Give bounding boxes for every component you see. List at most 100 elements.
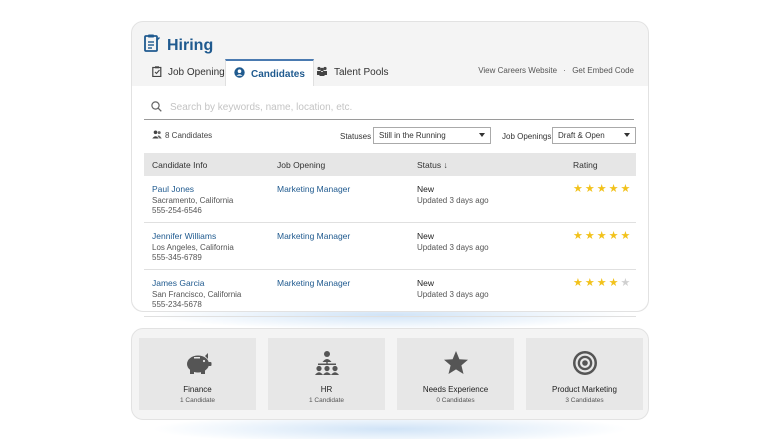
job-opening-cell: Marketing Manager [277, 184, 350, 194]
talent-pool-name: HR [320, 385, 333, 394]
rating-star-icon: ★ [573, 277, 583, 289]
tab-job-openings[interactable]: Job Openings [144, 59, 238, 86]
status-updated: Updated 3 days ago [417, 243, 489, 252]
talent-pool-card[interactable]: Needs Experience 0 Candidates [397, 338, 514, 410]
tab-label: Job Openings [168, 67, 230, 78]
talent-pools-card: Finance 1 Candidate HR 1 Candidate Needs Exp… [131, 328, 649, 420]
job-opening-cell: Marketing Manager [277, 278, 350, 288]
candidate-phone: 555-345-6789 [152, 253, 202, 262]
rating-star-icon: ★ [608, 230, 619, 242]
status-cell: New Updated 3 days ago [417, 184, 489, 206]
search-bar [144, 96, 634, 120]
clipboard-icon [152, 65, 162, 80]
rating-stars[interactable]: ★ ★ ★ ★ ★ [573, 184, 630, 195]
candidate-location: Sacramento, California [152, 196, 234, 205]
job-opening-link[interactable]: Marketing Manager [277, 231, 350, 241]
search-icon [151, 99, 162, 117]
candidate-info: James Garcia San Francisco, California 555… [152, 278, 241, 310]
talent-pool-count: 1 Candidate [308, 397, 345, 404]
status-value: New [417, 184, 435, 194]
status-cell: New Updated 3 days ago [417, 278, 489, 300]
rating-stars[interactable]: ★ ★ ★ ★ ★ [573, 278, 630, 289]
get-embed-code-link[interactable]: Get Embed Code [572, 66, 634, 75]
hiring-card: Hiring Job Openings Candidates Talent Po… [131, 21, 649, 317]
table-header: Candidate Info Job Opening Status ↓ Rati… [144, 153, 636, 176]
link-separator: · [563, 66, 566, 75]
group-icon [316, 66, 328, 79]
candidate-location: Los Angeles, California [152, 243, 234, 252]
page-title: Hiring [167, 36, 214, 54]
rating-stars[interactable]: ★ ★ ★ ★ ★ [573, 231, 630, 242]
talent-pool-count: 3 Candidates [565, 397, 604, 404]
statuses-label: Statuses [340, 132, 372, 141]
tab-candidates[interactable]: Candidates [225, 59, 314, 87]
search-input[interactable] [170, 102, 610, 113]
candidate-phone: 555-254-6546 [152, 206, 202, 215]
talent-pool-card[interactable]: HR 1 Candidate [268, 338, 385, 410]
column-rating[interactable]: Rating [573, 160, 598, 170]
star-icon [443, 349, 469, 376]
candidates-panel: 8 Candidates Statuses Still in the Runni… [132, 86, 648, 317]
rating-star-icon: ★ [584, 183, 595, 195]
rating-star-icon: ★ [620, 277, 631, 289]
rating-star-icon: ★ [584, 277, 595, 289]
job-openings-select[interactable]: Draft & Open [552, 127, 636, 144]
tab-bar: Job Openings Candidates Talent Pools Vie… [144, 59, 636, 87]
chevron-down-icon [479, 133, 485, 137]
column-job-opening[interactable]: Job Opening [277, 160, 325, 170]
tab-talent-pools[interactable]: Talent Pools [308, 59, 396, 86]
tab-label: Talent Pools [334, 67, 389, 78]
status-updated: Updated 3 days ago [417, 290, 489, 299]
statuses-value: Still in the Running [379, 131, 446, 140]
page-header: Hiring [144, 34, 213, 57]
rating-star-icon: ★ [620, 230, 631, 242]
status-cell: New Updated 3 days ago [417, 231, 489, 253]
hiring-clipboard-icon [144, 34, 160, 57]
candidate-name-link[interactable]: Jennifer Williams [152, 231, 234, 241]
status-value: New [417, 231, 435, 241]
rating-star-icon: ★ [584, 230, 595, 242]
tab-label: Candidates [251, 68, 305, 80]
org-chart-icon [314, 349, 340, 376]
talent-pool-count: 1 Candidate [179, 397, 216, 404]
talent-pool-card[interactable]: Finance 1 Candidate [139, 338, 256, 410]
candidate-phone: 555-234-5678 [152, 300, 202, 309]
candidate-info: Jennifer Williams Los Angeles, California… [152, 231, 234, 263]
rating-star-icon: ★ [573, 230, 583, 242]
candidate-name-link[interactable]: James Garcia [152, 278, 241, 288]
talent-pool-name: Product Marketing [552, 385, 617, 394]
job-openings-value: Draft & Open [558, 131, 605, 140]
rating-star-icon: ★ [620, 183, 631, 195]
talent-pool-name: Finance [183, 385, 212, 394]
rating-star-icon: ★ [596, 183, 607, 195]
status-updated: Updated 3 days ago [417, 196, 489, 205]
job-opening-cell: Marketing Manager [277, 231, 350, 241]
table-row[interactable]: James Garcia San Francisco, California 555… [144, 270, 636, 317]
chevron-down-icon [624, 133, 630, 137]
job-opening-link[interactable]: Marketing Manager [277, 184, 350, 194]
table-row[interactable]: Paul Jones Sacramento, California 555-254-… [144, 176, 636, 223]
job-openings-label: Job Openings [502, 132, 552, 141]
column-status-label: Status [417, 160, 442, 170]
rating-star-icon: ★ [596, 277, 607, 289]
piggy-bank-icon [184, 349, 212, 376]
column-status[interactable]: Status ↓ [417, 160, 448, 170]
candidate-count: 8 Candidates [152, 130, 212, 141]
talent-pool-name: Needs Experience [422, 385, 489, 394]
rating-star-icon: ★ [596, 230, 607, 242]
job-opening-link[interactable]: Marketing Manager [277, 278, 350, 288]
sort-arrow-icon: ↓ [443, 160, 448, 170]
rating-star-icon: ★ [608, 277, 619, 289]
candidate-count-label: 8 Candidates [165, 131, 213, 140]
column-candidate-info[interactable]: Candidate Info [152, 160, 207, 170]
candidate-name-link[interactable]: Paul Jones [152, 184, 233, 194]
rating-star-icon: ★ [573, 183, 583, 195]
talent-pool-count: 0 Candidates [436, 397, 475, 404]
statuses-select[interactable]: Still in the Running [373, 127, 491, 144]
people-icon [152, 130, 162, 141]
table-row[interactable]: Jennifer Williams Los Angeles, California… [144, 223, 636, 270]
talent-pool-card[interactable]: Product Marketing 3 Candidates [526, 338, 643, 410]
view-careers-link[interactable]: View Careers Website [478, 66, 557, 75]
candidate-location: San Francisco, California [152, 290, 242, 299]
header-links: View Careers Website · Get Embed Code [478, 66, 634, 75]
